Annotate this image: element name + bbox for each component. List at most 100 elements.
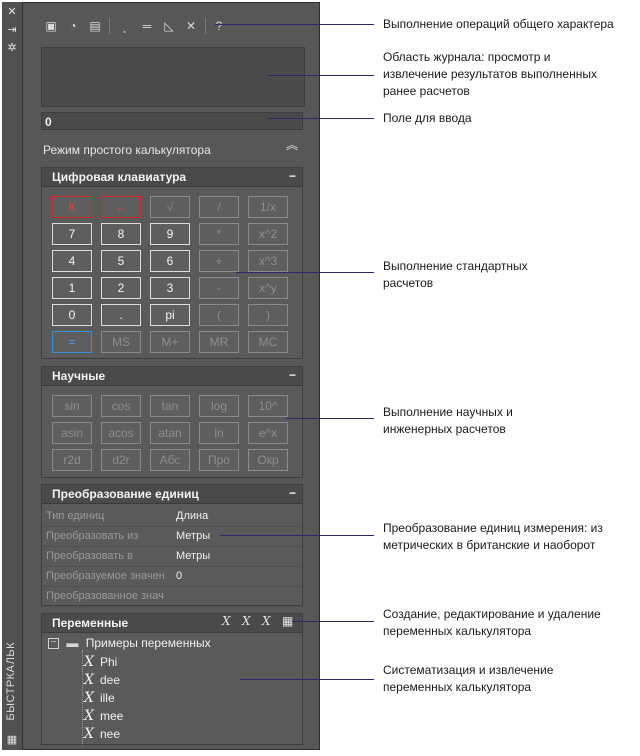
unit-label: Преобразуемое значен xyxy=(46,570,165,582)
variable-icon: X xyxy=(84,708,94,724)
numpad-key[interactable]: x^y xyxy=(248,277,288,299)
numpad-key[interactable]: - xyxy=(199,277,239,299)
variable-item[interactable]: Xille xyxy=(84,690,115,706)
sci-key[interactable]: ln xyxy=(199,422,239,444)
numpad-key[interactable]: + xyxy=(199,250,239,272)
collapse-tree-icon[interactable]: − xyxy=(48,638,59,650)
sci-key[interactable]: r2d xyxy=(52,449,92,471)
variable-item[interactable]: X Phi xyxy=(84,654,117,670)
clear-icon[interactable]: ▣ xyxy=(43,17,59,35)
numpad-key[interactable]: 0 xyxy=(52,304,92,326)
variable-item[interactable]: Xmee xyxy=(84,708,123,724)
variables-header[interactable]: Переменные X X X ▦ xyxy=(42,614,302,633)
unit-value[interactable]: Метры xyxy=(176,530,210,542)
sci-key[interactable]: Абс xyxy=(150,449,190,471)
unit-row[interactable]: Преобразовать из Метры xyxy=(42,527,302,547)
sci-key[interactable]: cos xyxy=(101,395,141,417)
unit-row[interactable]: Преобразуемое значен 0 xyxy=(42,567,302,587)
unit-label: Преобразовать в xyxy=(46,550,133,562)
scientific-title: Научные xyxy=(52,369,106,383)
numpad-key[interactable]: MR xyxy=(199,331,239,353)
close-icon[interactable]: ✕ xyxy=(6,6,18,18)
numpad-key[interactable]: 4 xyxy=(52,250,92,272)
input-field[interactable]: 0 xyxy=(41,112,303,130)
collapse-icon[interactable]: − xyxy=(289,368,296,382)
sci-key[interactable]: 10^ xyxy=(248,395,288,417)
numpad-key[interactable]: 5 xyxy=(101,250,141,272)
angle-icon[interactable]: ◺ xyxy=(161,17,177,35)
numpad-key[interactable]: M+ xyxy=(150,331,190,353)
scientific-header[interactable]: Научные − xyxy=(42,367,302,386)
sci-key[interactable]: atan xyxy=(150,422,190,444)
numpad-key[interactable]: ) xyxy=(248,304,288,326)
mode-label: Режим простого калькулятора xyxy=(43,143,211,157)
distance-icon[interactable]: ═ xyxy=(139,17,155,35)
unit-row[interactable]: Преобразовать в Метры xyxy=(42,547,302,567)
paste-icon[interactable]: ▤ xyxy=(87,17,103,35)
numpad-key[interactable]: 1/x xyxy=(248,196,288,218)
variable-name: Phi xyxy=(99,655,118,669)
numpad-key[interactable]: √ xyxy=(150,196,190,218)
numpad-key[interactable]: 9 xyxy=(150,223,190,245)
numpad-key[interactable]: ← xyxy=(101,196,141,218)
numpad-key[interactable]: . xyxy=(101,304,141,326)
collapse-icon[interactable]: − xyxy=(289,169,296,183)
numpad-key[interactable]: 1 xyxy=(52,277,92,299)
new-variable-icon[interactable]: X xyxy=(222,614,236,628)
numpad-key[interactable]: MS xyxy=(101,331,141,353)
unit-value[interactable]: 0 xyxy=(176,570,182,582)
variable-item[interactable]: Xdee xyxy=(84,672,120,688)
tree-group[interactable]: − ▬ Примеры переменных xyxy=(48,636,211,650)
clear-history-icon[interactable]: ◔ xyxy=(65,17,81,35)
variable-icon: X xyxy=(84,726,94,742)
sci-key[interactable]: Окр xyxy=(248,449,288,471)
numpad-key[interactable]: MC xyxy=(248,331,288,353)
callout-text: Преобразование единиц измерения: из метр… xyxy=(383,521,603,552)
collapse-icon[interactable]: − xyxy=(289,486,296,500)
sci-key[interactable]: acos xyxy=(101,422,141,444)
numpad-key[interactable]: x^3 xyxy=(248,250,288,272)
unit-row[interactable]: Тип единиц Длина xyxy=(42,507,302,527)
sci-key[interactable]: e^x xyxy=(248,422,288,444)
numpad-key[interactable]: ( xyxy=(199,304,239,326)
autohide-icon[interactable]: ⇥ xyxy=(6,24,18,36)
intersection-icon[interactable]: ✕ xyxy=(183,17,199,35)
sci-key[interactable]: tan xyxy=(150,395,190,417)
numpad-header[interactable]: Цифровая клавиатура − xyxy=(42,168,302,187)
sci-key[interactable]: sin xyxy=(52,395,92,417)
sci-key[interactable]: Про xyxy=(199,449,239,471)
variables-title: Переменные xyxy=(52,616,129,630)
units-header[interactable]: Преобразование единиц − xyxy=(42,485,302,504)
settings-icon[interactable]: ✲ xyxy=(6,42,18,54)
edit-variable-icon[interactable]: X xyxy=(242,614,256,628)
sci-key[interactable]: asin xyxy=(52,422,92,444)
variable-icon: X xyxy=(84,690,94,706)
numpad-key[interactable]: К xyxy=(52,196,92,218)
numpad-key[interactable]: pi xyxy=(150,304,190,326)
numpad-key[interactable]: * xyxy=(199,223,239,245)
numpad-key[interactable]: 3 xyxy=(150,277,190,299)
unit-value[interactable]: Метры xyxy=(176,550,210,562)
numpad-key[interactable]: 6 xyxy=(150,250,190,272)
unit-row[interactable]: Преобразованное знач xyxy=(42,587,302,607)
unit-value[interactable]: Длина xyxy=(176,510,208,522)
numpad-key[interactable]: 7 xyxy=(52,223,92,245)
numpad-key[interactable]: 8 xyxy=(101,223,141,245)
help-icon[interactable]: ? xyxy=(211,17,227,35)
collapse-chevron-icon[interactable]: ︽ xyxy=(286,139,298,151)
numpad-key[interactable]: 2 xyxy=(101,277,141,299)
history-area[interactable] xyxy=(41,47,305,107)
numpad-key[interactable]: = xyxy=(52,331,92,353)
numpad-key[interactable]: x^2 xyxy=(248,223,288,245)
variable-name: mee xyxy=(99,709,124,723)
callout-text: Поле для ввода xyxy=(383,111,472,125)
sci-key[interactable]: log xyxy=(199,395,239,417)
variable-item[interactable]: Xnee xyxy=(84,726,120,742)
units-title: Преобразование единиц xyxy=(52,487,199,501)
numpad-key[interactable]: / xyxy=(199,196,239,218)
sci-key[interactable]: d2r xyxy=(101,449,141,471)
quickcalc-panel: ▣ ◔ ▤ ⸼ ═ ◺ ✕ ? 0 Режим простого калькул… xyxy=(22,2,320,750)
callout-line xyxy=(240,679,374,680)
delete-variable-icon[interactable]: X xyxy=(262,614,276,628)
get-coordinates-icon[interactable]: ⸼ xyxy=(117,17,133,35)
